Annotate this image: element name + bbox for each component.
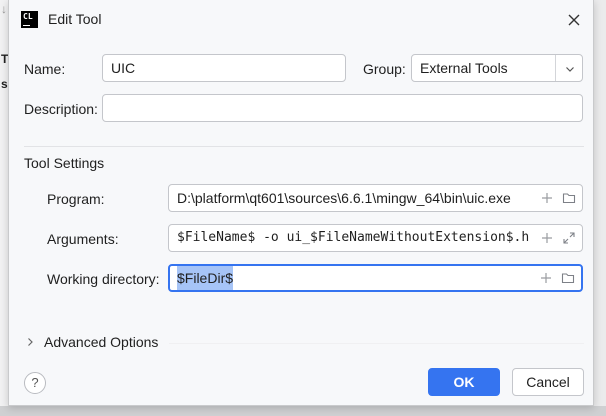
advanced-options-rule — [169, 343, 584, 344]
tool-settings-title: Tool Settings — [24, 155, 105, 171]
chevron-right-icon — [28, 338, 33, 346]
edit-tool-dialog: CL Edit Tool Name: UIC Group: External T… — [8, 0, 594, 406]
background-bottom-strip — [0, 406, 606, 416]
chevron-down-icon — [566, 67, 574, 72]
expand-icon[interactable] — [562, 231, 576, 245]
folder-icon[interactable] — [562, 191, 576, 205]
arguments-value: $FileName$ -o ui_$FileNameWithoutExtensi… — [177, 230, 530, 245]
name-value: UIC — [111, 60, 136, 76]
app-icon-text: CL — [23, 12, 33, 21]
folder-icon[interactable] — [561, 271, 575, 285]
program-value: D:\platform\qt601\sources\6.6.1\mingw_64… — [177, 190, 511, 206]
group-value: External Tools — [420, 60, 508, 76]
advanced-options-label: Advanced Options — [44, 334, 159, 350]
working-directory-value: $FileDir$ — [177, 266, 234, 290]
close-button[interactable] — [563, 9, 585, 31]
app-icon: CL — [21, 11, 38, 28]
section-divider — [24, 146, 584, 147]
dialog-title: Edit Tool — [48, 11, 102, 27]
cancel-button[interactable]: Cancel — [512, 368, 584, 396]
plus-icon[interactable] — [540, 231, 554, 245]
working-directory-label: Working directory: — [47, 271, 160, 287]
plus-icon[interactable] — [539, 271, 553, 285]
group-label: Group: — [363, 61, 406, 77]
description-field[interactable] — [102, 94, 583, 122]
arguments-label: Arguments: — [47, 231, 119, 247]
dropdown-separator — [555, 55, 556, 81]
description-label: Description: — [24, 101, 98, 117]
plus-icon[interactable] — [540, 191, 554, 205]
help-icon: ? — [31, 375, 39, 390]
working-directory-field[interactable]: $FileDir$ — [168, 264, 583, 292]
group-dropdown[interactable]: External Tools — [411, 54, 583, 82]
advanced-options-toggle[interactable]: Advanced Options — [24, 334, 158, 350]
program-field[interactable]: D:\platform\qt601\sources\6.6.1\mingw_64… — [168, 184, 583, 212]
arguments-field[interactable]: $FileName$ -o ui_$FileNameWithoutExtensi… — [168, 224, 583, 252]
name-field[interactable]: UIC — [102, 54, 346, 82]
name-label: Name: — [24, 61, 66, 77]
close-icon — [568, 14, 580, 26]
dialog-titlebar: CL Edit Tool — [9, 0, 593, 40]
ok-button[interactable]: OK — [428, 368, 500, 396]
background-arrow-glyph: ↓ — [1, 2, 7, 16]
background-right-strip — [594, 0, 606, 416]
help-button[interactable]: ? — [24, 372, 46, 394]
program-label: Program: — [47, 191, 105, 207]
